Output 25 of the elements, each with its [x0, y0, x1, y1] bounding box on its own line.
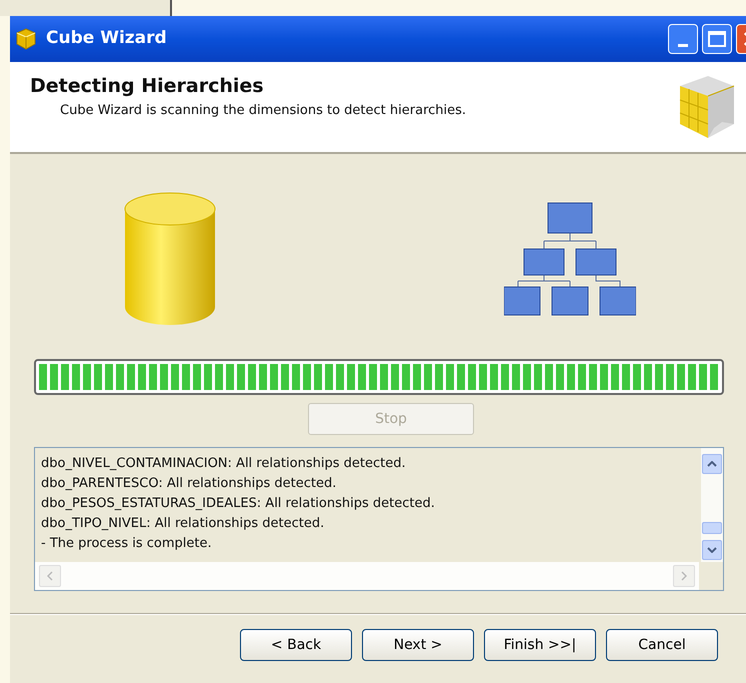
scroll-thumb[interactable] — [702, 522, 722, 534]
chevron-right-icon — [681, 571, 687, 581]
wizard-button[interactable]: < Back — [240, 629, 352, 661]
log-line: dbo_PARENTESCO: All relationships detected. — [41, 475, 338, 493]
maximize-icon — [708, 31, 726, 47]
log-line: dbo_NIVEL_CONTAMINACION: All relationships detected. — [41, 455, 407, 473]
wizard-button[interactable]: Cancel — [606, 629, 718, 661]
window-title: Cube Wizard — [46, 27, 168, 50]
log-line: dbo_TIPO_NIVEL: All relationships detected. — [41, 515, 326, 533]
minimize-icon — [678, 44, 688, 47]
chevron-down-icon — [707, 547, 717, 553]
wizard-button[interactable]: Next > — [362, 629, 474, 661]
chevron-left-icon — [47, 571, 53, 581]
scroll-up-button[interactable] — [702, 454, 722, 474]
page-subtitle: Cube Wizard is scanning the dimensions to detect hierarchies. — [59, 102, 468, 120]
page-title: Detecting Hierarchies — [30, 74, 265, 99]
log-line: - The process is complete. — [41, 535, 213, 553]
minimize-button[interactable] — [668, 24, 698, 54]
hierarchy-icon — [504, 201, 636, 317]
maximize-button[interactable] — [702, 24, 732, 54]
chevron-up-icon — [707, 461, 717, 467]
log-line: dbo_PESOS_ESTATURAS_IDEALES: All relationships detected. — [41, 495, 436, 513]
cube-icon — [14, 27, 38, 51]
scroll-down-button[interactable] — [702, 540, 722, 560]
wizard-button[interactable]: Finish >>| — [484, 629, 596, 661]
